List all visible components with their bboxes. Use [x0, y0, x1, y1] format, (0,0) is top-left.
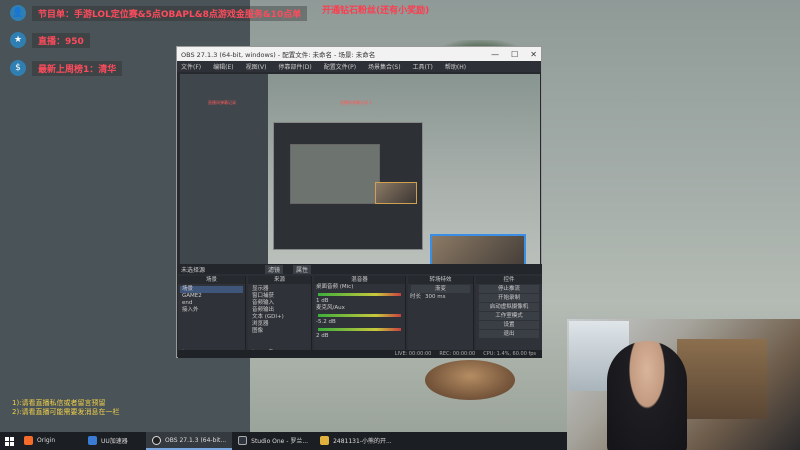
taskbar-item-folder[interactable]: 2481131-小熊的开... — [314, 432, 398, 450]
webcam-feed — [567, 319, 800, 450]
mixer-db: 1 dB — [316, 298, 329, 304]
scenes-title: 场景 — [178, 276, 245, 284]
virtual-camera-button[interactable]: 启动虚拟摄像机 — [479, 303, 539, 311]
webcam-shelf — [677, 339, 767, 419]
preview-nested-webcam — [375, 182, 417, 204]
close-button[interactable]: ✕ — [530, 50, 537, 59]
cpu-fps: CPU: 1.4%, 60.00 fps — [483, 351, 536, 357]
menu-edit[interactable]: 编辑(E) — [213, 62, 233, 71]
overlay-bar-ranking: $ 最新上周榜1：清华 — [10, 59, 123, 77]
source-item[interactable]: 音频输出 — [250, 307, 309, 314]
menu-help[interactable]: 帮助(H) — [445, 62, 466, 71]
windows-taskbar: Origin UU加速器 OBS 27.1.3 (64-bit... Studi… — [0, 432, 567, 450]
scene-item[interactable]: end — [180, 300, 243, 307]
sources-dock: 来源 显示器 窗口捕获 音频输入 音频输出 文本 (GDI+) 浏览器 图像 +… — [248, 276, 312, 358]
volume-meter — [318, 293, 401, 296]
rec-timer: REC: 00:00:00 — [439, 351, 476, 357]
exit-button[interactable]: 退出 — [479, 330, 539, 338]
webcam-person — [607, 341, 687, 450]
stop-streaming-button[interactable]: 停止推流 — [479, 285, 539, 293]
minimize-button[interactable]: — — [491, 50, 499, 59]
menu-scene-collection[interactable]: 场景集合(S) — [368, 62, 401, 71]
preview-nested-capture — [290, 144, 380, 204]
obs-icon — [152, 435, 161, 445]
overlay-text: 直播：950 — [32, 32, 90, 48]
folder-icon — [320, 435, 330, 445]
taskbar-item-studio-one[interactable]: Studio One - 罗兰... — [232, 432, 314, 450]
origin-icon — [24, 435, 33, 445]
preview-red-text: 直播间弹幕记录 1 — [340, 100, 372, 105]
obs-docks: 未选择源 滤镜 属性 场景 场景 GAME2 end 接入外 +−∧∨ 来源 显… — [178, 264, 542, 358]
source-item[interactable]: 图像 — [250, 328, 309, 335]
transition-select[interactable]: 渐变 — [411, 285, 470, 293]
mixer-db: -5.2 dB — [316, 319, 336, 325]
sources-title: 来源 — [248, 276, 311, 284]
preview-red-text: 直播间弹幕记录 — [208, 100, 236, 105]
menu-tools[interactable]: 工具(T) — [413, 62, 433, 71]
taskbar-item-label: Studio One - 罗兰... — [251, 437, 309, 445]
taskbar-item-label: Origin — [37, 436, 56, 444]
transitions-dock: 转场特效 渐变 时长 300 ms — [408, 276, 474, 358]
taskbar-item-uu[interactable]: UU加速器 — [82, 432, 146, 450]
studio-mode-button[interactable]: 工作室模式 — [479, 312, 539, 320]
obs-statusbar: LIVE: 00:00:00 REC: 00:00:00 CPU: 1.4%, … — [178, 350, 542, 358]
controls-dock: 控件 停止推流 开始录制 启动虚拟摄像机 工作室模式 设置 退出 — [476, 276, 542, 358]
controls-title: 控件 — [476, 276, 542, 284]
overlay-bar-viewers: ★ 直播：950 — [10, 31, 90, 49]
start-button[interactable] — [0, 432, 18, 450]
overlay-text: 最新上周榜1：清华 — [32, 60, 123, 76]
mixer-channel-label: 桌面音频 (Mic) — [316, 284, 354, 290]
taskbar-item-label: UU加速器 — [101, 437, 128, 445]
duration-input[interactable]: 300 ms — [425, 294, 445, 301]
properties-button[interactable]: 属性 — [293, 264, 312, 274]
top-center-banner: 开通钻石粉丝(还有小奖励) — [322, 6, 430, 16]
uu-icon — [88, 435, 97, 445]
scene-item[interactable]: 场景 — [180, 286, 243, 293]
mixer-db: 2 dB — [316, 333, 329, 339]
source-item[interactable]: 显示器 — [250, 286, 309, 293]
user-icon: 👤 — [10, 5, 26, 21]
overlay-text: 节目单：手游LOL定位赛&5点OBAPL&8点游戏金服务&10点单 — [32, 5, 308, 21]
scene-item[interactable]: 接入外 — [180, 307, 243, 314]
settings-button[interactable]: 设置 — [479, 321, 539, 329]
source-item[interactable]: 文本 (GDI+) — [250, 314, 309, 321]
star-icon: ★ — [10, 32, 26, 48]
mixer-title: 混音器 — [314, 276, 405, 284]
source-item[interactable]: 音频输入 — [250, 300, 309, 307]
menu-file[interactable]: 文件(F) — [181, 62, 201, 71]
taskbar-item-label: OBS 27.1.3 (64-bit... — [165, 436, 227, 444]
studio-one-icon — [238, 435, 248, 445]
menu-docks[interactable]: 停靠部件(D) — [278, 62, 311, 71]
obs-window[interactable]: OBS 27.1.3 (64-bit, windows) - 配置文件: 未命名… — [176, 46, 542, 358]
vase-decoration — [425, 360, 515, 400]
duration-label: 时长 — [410, 294, 422, 300]
transitions-title: 转场特效 — [408, 276, 473, 284]
menu-profile[interactable]: 配置文件(P) — [324, 62, 356, 71]
coin-icon: $ — [10, 60, 26, 76]
volume-meter — [318, 328, 401, 331]
overlay-bar-schedule: 👤 节目单：手游LOL定位赛&5点OBAPL&8点游戏金服务&10点单 — [10, 4, 308, 22]
live-timer: LIVE: 00:00:00 — [394, 351, 432, 357]
taskbar-item-origin[interactable]: Origin — [18, 432, 82, 450]
start-recording-button[interactable]: 开始录制 — [479, 294, 539, 302]
scene-item[interactable]: GAME2 — [180, 293, 243, 300]
taskbar-item-obs[interactable]: OBS 27.1.3 (64-bit... — [146, 432, 233, 450]
source-item[interactable]: 浏览器 — [250, 321, 309, 328]
obs-window-title: OBS 27.1.3 (64-bit, windows) - 配置文件: 未命名… — [181, 51, 376, 59]
volume-meter — [318, 314, 401, 317]
source-item[interactable]: 窗口捕获 — [250, 293, 309, 300]
menu-view[interactable]: 视图(V) — [246, 62, 267, 71]
filters-button[interactable]: 滤镜 — [265, 264, 284, 274]
obs-menubar: 文件(F) 编辑(E) 视图(V) 停靠部件(D) 配置文件(P) 场景集合(S… — [177, 61, 541, 72]
scenes-dock: 场景 场景 GAME2 end 接入外 +−∧∨ — [178, 276, 246, 358]
windows-logo-icon — [4, 436, 14, 446]
taskbar-item-label: 2481131-小熊的开... — [333, 437, 392, 445]
obs-titlebar[interactable]: OBS 27.1.3 (64-bit, windows) - 配置文件: 未命名… — [177, 47, 541, 61]
mixer-channel-label: 麦克风/Aux — [316, 305, 345, 311]
no-source-label: 未选择源 — [181, 266, 206, 274]
source-toolbar: 未选择源 滤镜 属性 — [178, 264, 542, 274]
maximize-button[interactable]: ☐ — [511, 50, 518, 59]
overlay-note: 2):请看直播可能需要发消息在一栏 — [12, 408, 120, 416]
audio-mixer-dock: 混音器 桌面音频 (Mic) 1 dB 麦克风/Aux -5.2 dB 2 dB — [314, 276, 406, 358]
